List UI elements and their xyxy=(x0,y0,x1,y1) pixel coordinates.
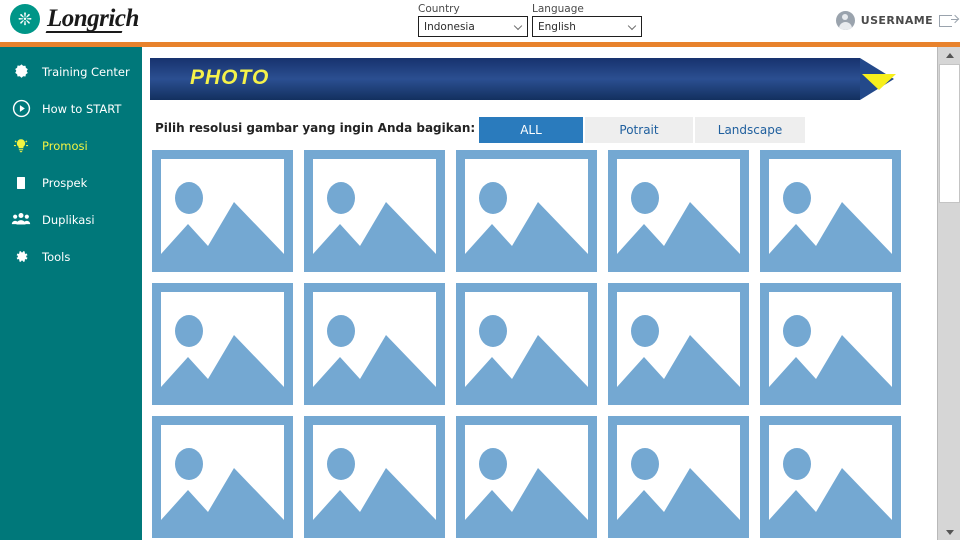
language-label: Language xyxy=(532,3,584,15)
brand-logo[interactable]: ❊ Longrich xyxy=(10,4,139,34)
broken-image-placeholder-icon xyxy=(152,150,293,272)
broken-image-placeholder-icon xyxy=(608,283,749,405)
photo-tile[interactable] xyxy=(456,283,597,405)
sidebar-item-label: How to START xyxy=(42,101,122,116)
filter-prompt: Pilih resolusi gambar yang ingin Anda ba… xyxy=(155,121,476,135)
photo-tile[interactable] xyxy=(608,150,749,272)
country-select[interactable]: Indonesia xyxy=(418,16,528,37)
language-select[interactable]: English xyxy=(532,16,642,37)
language-selector[interactable]: Language English xyxy=(532,3,642,37)
broken-image-placeholder-icon xyxy=(456,416,597,538)
country-label: Country xyxy=(418,3,460,15)
scrollbar-thumb[interactable] xyxy=(939,64,960,203)
flower-logo-icon: ❊ xyxy=(10,4,40,34)
photo-tile[interactable] xyxy=(152,416,293,538)
photo-grid xyxy=(152,150,922,540)
broken-image-placeholder-icon xyxy=(608,416,749,538)
photo-tile[interactable] xyxy=(152,150,293,272)
photo-tile[interactable] xyxy=(152,283,293,405)
gear-icon xyxy=(10,246,32,268)
sidebar-item-label: Training Center xyxy=(42,64,130,79)
language-value: English xyxy=(538,20,576,33)
photo-tile[interactable] xyxy=(760,283,901,405)
photo-tile[interactable] xyxy=(608,283,749,405)
photo-tile[interactable] xyxy=(760,416,901,538)
yellow-triangle-down-icon[interactable] xyxy=(862,74,896,90)
play-circle-icon xyxy=(10,98,32,120)
brand-underline xyxy=(45,31,123,33)
vertical-scrollbar[interactable] xyxy=(937,47,960,540)
broken-image-placeholder-icon xyxy=(760,150,901,272)
page-banner: PHOTO xyxy=(150,58,907,100)
people-group-icon xyxy=(10,209,32,231)
photo-tile[interactable] xyxy=(608,416,749,538)
scroll-down-arrow-icon[interactable] xyxy=(938,524,960,540)
avatar-icon xyxy=(835,11,855,30)
sidebar-item-label: Prospek xyxy=(42,175,88,190)
photo-tile[interactable] xyxy=(304,416,445,538)
logout-icon[interactable] xyxy=(939,14,958,27)
chevron-down-icon xyxy=(513,21,523,30)
broken-image-placeholder-icon xyxy=(456,283,597,405)
page-title: PHOTO xyxy=(190,66,270,89)
country-value: Indonesia xyxy=(424,20,475,33)
resolution-tabs: ALL Potrait Landscape xyxy=(479,117,807,143)
brand-name: Longrich xyxy=(47,5,139,32)
tab-all[interactable]: ALL xyxy=(479,117,583,143)
top-header: ❊ Longrich Country Indonesia Language En… xyxy=(0,0,960,42)
sidebar-item-label: Duplikasi xyxy=(42,212,95,227)
photo-tile[interactable] xyxy=(456,416,597,538)
document-icon xyxy=(10,172,32,194)
sidebar-item-tools[interactable]: Tools xyxy=(0,238,142,275)
broken-image-placeholder-icon xyxy=(152,283,293,405)
broken-image-placeholder-icon xyxy=(152,416,293,538)
broken-image-placeholder-icon xyxy=(456,150,597,272)
broken-image-placeholder-icon xyxy=(608,150,749,272)
broken-image-placeholder-icon xyxy=(760,283,901,405)
sidebar-item-prospek[interactable]: Prospek xyxy=(0,164,142,201)
photo-tile[interactable] xyxy=(760,150,901,272)
sidebar-item-how-to-start[interactable]: How to START xyxy=(0,90,142,127)
broken-image-placeholder-icon xyxy=(304,150,445,272)
sidebar-item-label: Promosi xyxy=(42,138,88,153)
filter-row: Pilih resolusi gambar yang ingin Anda ba… xyxy=(150,117,910,143)
broken-image-placeholder-icon xyxy=(760,416,901,538)
tab-potrait[interactable]: Potrait xyxy=(585,117,693,143)
sidebar-item-label: Tools xyxy=(42,249,71,264)
lightbulb-icon xyxy=(10,135,32,157)
photo-tile[interactable] xyxy=(304,283,445,405)
broken-image-placeholder-icon xyxy=(304,283,445,405)
sidebar-item-promosi[interactable]: Promosi xyxy=(0,127,142,164)
main-content: PHOTO Pilih resolusi gambar yang ingin A… xyxy=(142,47,937,540)
tab-landscape[interactable]: Landscape xyxy=(695,117,805,143)
photo-tile[interactable] xyxy=(456,150,597,272)
country-selector[interactable]: Country Indonesia xyxy=(418,3,528,37)
user-name-label: USERNAME xyxy=(860,14,933,27)
sidebar: Training Center How to START Promosi Pro… xyxy=(0,47,142,540)
chevron-down-icon xyxy=(627,21,637,30)
sidebar-item-duplikasi[interactable]: Duplikasi xyxy=(0,201,142,238)
photo-tile[interactable] xyxy=(304,150,445,272)
scroll-up-arrow-icon[interactable] xyxy=(938,47,960,63)
sidebar-item-training-center[interactable]: Training Center xyxy=(0,53,142,90)
user-menu[interactable]: USERNAME xyxy=(835,11,958,30)
broken-image-placeholder-icon xyxy=(304,416,445,538)
badge-icon xyxy=(10,61,32,83)
